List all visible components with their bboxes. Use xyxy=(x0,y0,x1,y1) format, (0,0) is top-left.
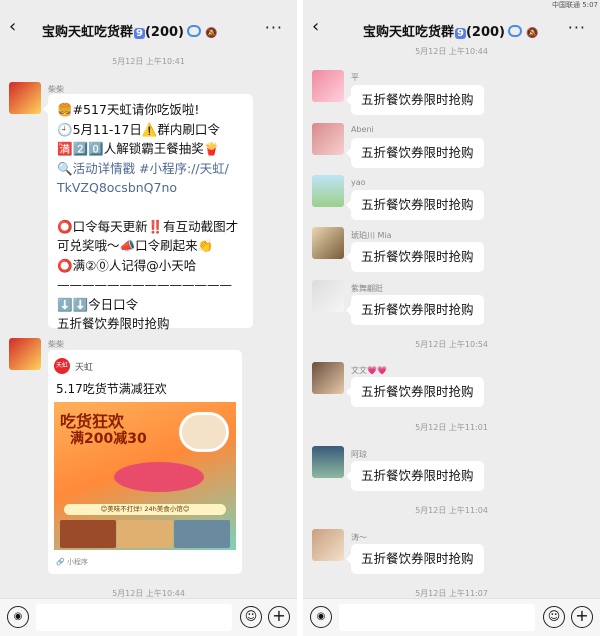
mute-icon: 🔕 xyxy=(526,28,539,39)
message-bubble[interactable]: 五折餐饮券限时抢购 xyxy=(346,242,484,272)
group-name: 宝购天虹吃货群 xyxy=(42,25,134,40)
card-title: 5.17吃货节满减狂欢 xyxy=(56,382,167,396)
more-options-icon[interactable]: ··· xyxy=(265,18,283,37)
sender-name: 文文💗💗 xyxy=(351,366,387,375)
timestamp: 5月12日 上午10:44 xyxy=(415,47,488,56)
message-bubble[interactable]: 五折餐饮券限时抢购 xyxy=(346,461,484,491)
card-source: 天虹 xyxy=(75,363,94,373)
member-count: (200) xyxy=(144,25,185,40)
back-icon[interactable]: ‹ xyxy=(312,18,319,36)
chat-pane-right: 中国联通 5:07 ‹ 宝购天虹吃货群 9 (200) 🔕 ··· 5月12日 上午1… xyxy=(303,0,600,636)
message-bubble[interactable]: 五折餐饮券限时抢购 xyxy=(346,295,484,325)
avatar[interactable] xyxy=(312,70,344,102)
group-badge: 9 xyxy=(134,28,145,39)
message-bubble[interactable]: 五折餐饮券限时抢购 xyxy=(346,190,484,220)
group-name: 宝购天虹吃货群 xyxy=(363,25,455,40)
timestamp: 5月12日 上午11:01 xyxy=(415,423,488,432)
miniprogram-link[interactable]: 🔍活动详情戳 #小程序://天虹/ xyxy=(57,159,244,179)
message-line: 🍔#517天虹请你吃饭啦! xyxy=(57,102,200,117)
plus-icon[interactable]: + xyxy=(268,606,290,628)
message-bubble[interactable]: 五折餐饮券限时抢购 xyxy=(346,377,484,407)
avatar[interactable] xyxy=(312,227,344,259)
emoji-icon[interactable]: ☺ xyxy=(240,606,262,628)
sender-name: 紫舞翩跹 xyxy=(351,284,383,293)
timestamp: 5月12日 上午11:04 xyxy=(415,506,488,515)
avatar[interactable] xyxy=(312,529,344,561)
message-line: 🕘5月11-17日⚠️群内刷口令 xyxy=(57,121,220,137)
message-divider: —————————————— xyxy=(57,277,232,292)
chat-header: ‹ 宝购天虹吃货群 9 (200) 🔕 ··· xyxy=(0,8,297,48)
chat-bubbles-icon xyxy=(187,25,202,37)
tianhong-logo-icon: 天虹 xyxy=(54,358,70,374)
plus-icon[interactable]: + xyxy=(571,606,593,628)
group-badge: 9 xyxy=(455,28,466,39)
sender-name: 平 xyxy=(351,73,359,82)
food-bowl-graphic xyxy=(179,412,229,452)
message-line: 可兑奖哦～📣口令刷起来👏 xyxy=(57,238,214,253)
card-promo-image: 吃货狂欢 满200减30 😊美味不打烊! 24h美食小馆😊 xyxy=(54,402,236,550)
message-line: 🈵2️⃣0️⃣人解锁霸王餐抽奖🍟 xyxy=(57,141,220,156)
avatar[interactable] xyxy=(9,338,41,370)
sender-name: 涛～ xyxy=(351,533,367,542)
chat-title[interactable]: 宝购天虹吃货群 9 (200) 🔕 xyxy=(363,21,538,40)
message-line: ⭕口令每天更新‼️有互动截图才 xyxy=(57,218,239,234)
sender-name: 柴柴 xyxy=(48,340,64,349)
message-line: 五折餐饮券限时抢购 xyxy=(57,316,170,331)
message-input[interactable] xyxy=(36,604,232,631)
message-bubble[interactable]: 五折餐饮券限时抢购 xyxy=(346,544,484,574)
member-count: (200) xyxy=(465,25,506,40)
miniprogram-card[interactable]: 天虹 天虹 5.17吃货节满减狂欢 吃货狂欢 满200减30 😊美味不打烊! 2… xyxy=(48,350,242,574)
timestamp: 5月12日 上午10:41 xyxy=(112,57,185,66)
sender-name: Abeni xyxy=(351,125,374,134)
sender-name: 阿琼 xyxy=(351,450,367,459)
input-bar: ◉ ☺ + xyxy=(303,598,600,636)
miniprogram-label: 🔗 小程序 xyxy=(56,558,88,566)
sender-name: yao xyxy=(351,178,366,187)
promo-discount: 满200减30 xyxy=(70,431,147,447)
voice-icon[interactable]: ◉ xyxy=(7,606,29,628)
avatar[interactable] xyxy=(312,123,344,155)
food-photo xyxy=(174,520,230,548)
food-photo xyxy=(60,520,116,548)
avatar[interactable] xyxy=(312,362,344,394)
promo-strip: 😊美味不打烊! 24h美食小馆😊 xyxy=(64,504,226,515)
message-line xyxy=(57,198,244,217)
chat-bubbles-icon xyxy=(508,25,523,37)
message-bubble[interactable]: 五折餐饮券限时抢购 xyxy=(346,85,484,115)
voice-icon[interactable]: ◉ xyxy=(310,606,332,628)
emoji-icon[interactable]: ☺ xyxy=(543,606,565,628)
message-bubble[interactable]: 五折餐饮券限时抢购 xyxy=(346,138,484,168)
avatar[interactable] xyxy=(9,82,41,114)
message-line: ⬇️⬇️今日口令 xyxy=(57,296,139,312)
mute-icon: 🔕 xyxy=(205,28,218,39)
message-bubble[interactable]: 🍔#517天虹请你吃饭啦! 🕘5月11-17日⚠️群内刷口令 🈵2️⃣0️⃣人解… xyxy=(43,94,253,331)
podium-graphic xyxy=(114,462,204,492)
chat-title[interactable]: 宝购天虹吃货群 9 (200) 🔕 xyxy=(42,21,217,40)
chat-header: ‹ 宝购天虹吃货群 9 (200) 🔕 ··· xyxy=(303,8,600,48)
avatar[interactable] xyxy=(312,446,344,478)
input-bar: ◉ ☺ + xyxy=(0,598,297,636)
chat-pane-left: ‹ 宝购天虹吃货群 9 (200) 🔕 ··· 5月12日 上午10:41 柴柴 🍔#… xyxy=(0,0,297,636)
food-photo xyxy=(117,520,173,548)
avatar[interactable] xyxy=(312,175,344,207)
message-input[interactable] xyxy=(339,604,535,631)
timestamp: 5月12日 上午10:54 xyxy=(415,340,488,349)
more-options-icon[interactable]: ··· xyxy=(568,18,586,37)
message-line: ⭕满②⓪人记得@小天哈 xyxy=(57,257,197,273)
back-icon[interactable]: ‹ xyxy=(9,18,16,36)
sender-name: 琥珀川 Mia xyxy=(351,231,392,240)
avatar[interactable] xyxy=(312,280,344,312)
miniprogram-link-code[interactable]: TkVZQ8ocsbnQ7no xyxy=(57,178,244,198)
